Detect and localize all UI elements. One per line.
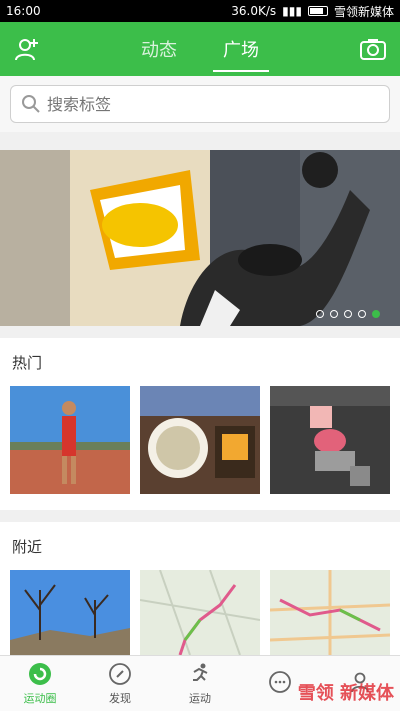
hot-thumbnail[interactable] (10, 386, 130, 494)
hot-thumbnail[interactable] (140, 386, 260, 494)
tab-moments-label: 运动圈 (23, 692, 57, 705)
banner-carousel[interactable] (0, 150, 400, 326)
moments-icon (27, 661, 53, 687)
tab-exercise-label: 运动 (189, 692, 211, 705)
nearby-section-title: 附近 (12, 537, 43, 556)
camera-icon[interactable] (358, 34, 388, 64)
carousel-dot[interactable] (330, 310, 338, 318)
carousel-dot-active[interactable] (372, 310, 380, 318)
hot-thumbnail[interactable] (270, 386, 390, 494)
status-time: 16:00 (6, 4, 41, 18)
network-speed: 36.0K/s (231, 4, 277, 18)
status-bar: 16:00 36.0K/s ▮▮▮ 雪领新媒体 (0, 0, 400, 22)
chat-icon (267, 669, 293, 695)
carrier-label: 雪领新媒体 (333, 4, 394, 19)
battery-icon (307, 6, 328, 16)
nearby-section: 附近 (0, 522, 400, 655)
search-input[interactable] (47, 94, 367, 114)
carousel-dot[interactable] (358, 310, 366, 318)
watermark-logo: 雪领 新媒体 (297, 683, 394, 704)
tab-moments[interactable]: 运动圈 (0, 656, 80, 711)
tab-exercise[interactable]: 运动 (160, 656, 240, 711)
signal-icon: ▮▮▮ (282, 4, 302, 18)
tab-updates[interactable]: 动态 (131, 22, 187, 76)
search-area (0, 76, 400, 132)
nearby-thumbnail[interactable] (140, 570, 260, 655)
tab-plaza[interactable]: 广场 (213, 22, 269, 76)
search-icon (22, 95, 40, 113)
nearby-thumbnail[interactable] (270, 570, 390, 655)
bottom-tab-bar: 运动圈 发现 运动 雪领 新媒体 (0, 655, 400, 711)
compass-icon (107, 661, 133, 687)
carousel-indicator (316, 310, 380, 318)
tab-discover-label: 发现 (109, 692, 131, 705)
hot-section-title: 热门 (12, 353, 43, 372)
carousel-dot[interactable] (344, 310, 352, 318)
hot-section: 热门 (0, 338, 400, 510)
nearby-thumbnail[interactable] (10, 570, 130, 655)
tab-discover[interactable]: 发现 (80, 656, 160, 711)
banner-image (0, 150, 400, 326)
carousel-dot[interactable] (316, 310, 324, 318)
search-box[interactable] (10, 85, 390, 123)
runner-icon (187, 661, 213, 687)
top-bar: 动态 广场 (0, 22, 400, 76)
